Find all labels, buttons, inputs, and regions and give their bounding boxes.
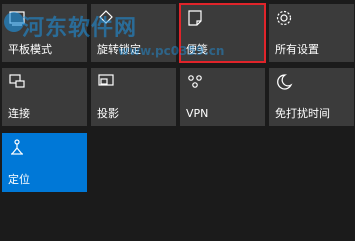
tile-label: 连接 — [8, 107, 30, 120]
tile-quiet-hours[interactable]: 免打扰时间 — [269, 68, 354, 126]
tile-label: 便笺 — [186, 43, 208, 56]
location-icon — [8, 138, 26, 156]
note-icon — [186, 9, 204, 27]
gear-icon — [275, 9, 293, 27]
tile-label: VPN — [186, 107, 209, 120]
project-icon — [97, 73, 115, 91]
tile-tablet-mode[interactable]: 平板模式 — [2, 4, 87, 62]
tile-location[interactable]: 定位 — [2, 133, 87, 192]
tile-label: 平板模式 — [8, 43, 52, 56]
tile-label: 投影 — [97, 107, 119, 120]
tile-connect[interactable]: 连接 — [2, 68, 87, 126]
moon-icon — [275, 73, 293, 91]
tablet-mode-icon — [8, 9, 26, 27]
tile-rotation-lock[interactable]: 旋转锁定 — [91, 4, 176, 62]
tile-label: 所有设置 — [275, 43, 319, 56]
tile-note[interactable]: 便笺 — [179, 3, 266, 63]
rotation-lock-icon — [97, 9, 115, 27]
tile-project[interactable]: 投影 — [91, 68, 176, 126]
connect-icon — [8, 73, 26, 91]
action-center-quick-actions: 平板模式 旋转锁定 便笺 所有设置 连接 投影 VPN 免打扰时间 定位 河东软… — [0, 0, 355, 241]
vpn-icon — [186, 73, 204, 91]
tile-vpn[interactable]: VPN — [180, 68, 265, 126]
tile-label: 旋转锁定 — [97, 43, 141, 56]
tile-label: 免打扰时间 — [275, 107, 330, 120]
tile-label: 定位 — [8, 173, 30, 186]
tile-all-settings[interactable]: 所有设置 — [269, 4, 354, 62]
